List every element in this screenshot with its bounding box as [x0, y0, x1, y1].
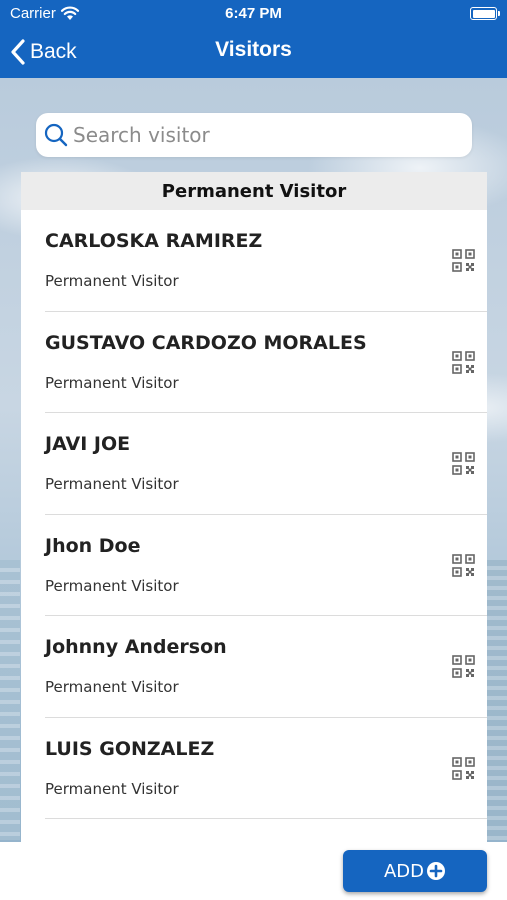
- visitor-name: JAVI JOE: [45, 433, 131, 455]
- add-circle-icon: [427, 862, 446, 880]
- visitor-name: LUIS GONZALEZ: [45, 737, 215, 760]
- visitor-name: Jhon Doe: [45, 534, 141, 557]
- visitor-type: Permanent Visitor: [45, 475, 179, 493]
- list-item[interactable]: GUSTAVO CARDOZO MORALES Permanent Visito…: [45, 312, 487, 413]
- search-icon: [44, 123, 68, 147]
- visitor-name: CARLOSKA RAMIREZ: [45, 230, 263, 252]
- search-bar: [36, 113, 472, 157]
- list-item[interactable]: LUIS GONZALEZ Permanent Visitor: [45, 718, 487, 819]
- list-item[interactable]: JAVI JOE Permanent Visitor: [45, 413, 487, 515]
- qr-code-icon[interactable]: [452, 756, 475, 780]
- add-button-label: ADD: [383, 860, 425, 882]
- visitor-type: Permanent Visitor: [45, 779, 179, 798]
- qr-code-icon[interactable]: [452, 553, 475, 577]
- visitor-type: Permanent Visitor: [45, 272, 179, 290]
- qr-code-icon[interactable]: [452, 655, 475, 678]
- list-item[interactable]: Johnny Anderson Permanent Visitor: [45, 616, 487, 718]
- background-building: [487, 560, 507, 840]
- add-visitor-button[interactable]: ADD: [343, 850, 487, 892]
- battery-icon: [470, 7, 500, 20]
- qr-code-icon[interactable]: [452, 452, 475, 475]
- app-header: Carrier 6:47 PM Back Visitors: [0, 0, 507, 78]
- background-building: [0, 560, 20, 840]
- list-item[interactable]: Jhon Doe Permanent Visitor: [45, 515, 487, 616]
- visitor-type: Permanent Visitor: [45, 373, 179, 392]
- visitor-type: Permanent Visitor: [45, 576, 179, 595]
- section-header: Permanent Visitor: [21, 172, 487, 210]
- page-title: Visitors: [215, 38, 292, 61]
- visitor-type: Permanent Visitor: [45, 678, 179, 696]
- list-item[interactable]: CARLOSKA RAMIREZ Permanent Visitor: [45, 210, 487, 312]
- visitor-name: Johnny Anderson: [45, 636, 227, 658]
- qr-code-icon[interactable]: [452, 350, 475, 374]
- visitor-name: GUSTAVO CARDOZO MORALES: [45, 331, 367, 354]
- status-time: 6:47 PM: [225, 5, 282, 22]
- status-bar: Carrier 6:47 PM: [0, 0, 507, 28]
- qr-code-icon[interactable]: [452, 249, 475, 272]
- search-input[interactable]: [73, 123, 472, 147]
- footer-bar: ADD: [0, 842, 507, 900]
- visitor-list: Permanent Visitor CARLOSKA RAMIREZ Perma…: [21, 172, 487, 842]
